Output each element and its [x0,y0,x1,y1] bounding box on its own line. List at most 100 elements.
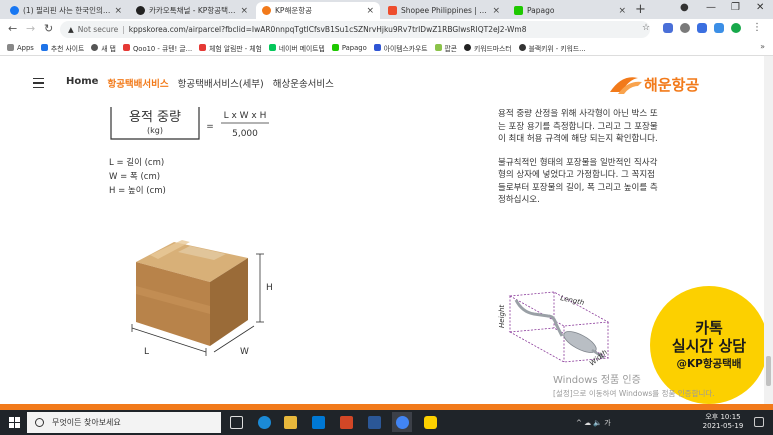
url-text[interactable]: kppskorea.com/airparcel?fbclid=IwAR0nnpq… [129,25,527,34]
bookmarks-more-button[interactable]: » [760,42,765,51]
bookmark-item[interactable]: 네이버 메이트텝 [268,43,325,53]
logo-text: 해운항공 [644,76,699,94]
windows-taskbar: 무엇이든 찾아보세요 ^ ☁ 🔈 가 오후 10:15 2021-05-19 [0,410,773,435]
close-icon[interactable]: × [492,6,500,16]
menu-air-parcel-cebu[interactable]: 항공택배서비스(세부) [178,76,264,90]
kp-logo-icon [262,6,271,15]
taskbar-search-input[interactable]: 무엇이든 찾아보세요 [27,412,221,433]
task-view-icon[interactable] [230,416,243,429]
formula-denominator: 5,000 [232,129,258,139]
close-icon[interactable]: × [366,6,374,16]
tab-facebook[interactable]: (1) 필리핀 사는 한국인의 모... × [4,2,128,19]
powerpoint-icon[interactable] [340,416,353,429]
taskbar-clock[interactable]: 오후 10:15 2021-05-19 [700,413,746,431]
extension-icon[interactable] [680,23,690,33]
word-icon[interactable] [368,416,381,429]
back-icon[interactable]: ← [8,22,17,35]
box-label-w: W [240,347,249,357]
close-icon[interactable]: × [618,6,626,16]
bookmark-item[interactable]: 키워드마스터 [464,43,512,53]
edge-icon[interactable] [258,416,271,429]
apps-grid-icon [7,44,14,51]
bookmarks-bar: Apps 추천 사이트 새 탭 Qoo10 - 큐텐! 글... 체험 알림판 … [0,40,773,56]
bookmark-apps[interactable]: Apps [7,44,34,52]
legend-height: H = 높이 (cm) [109,186,166,196]
extension-icon[interactable] [697,23,707,33]
bookmark-item[interactable]: 추천 사이트 [40,43,84,53]
paragraph-2: 불규칙적인 형태의 포장물을 일반적인 직사각형의 상자에 넣었다고 가정합니다… [498,157,658,206]
shopee-icon [388,6,397,15]
bookmark-item[interactable]: 체험 알림판 - 체험 [199,43,262,53]
tab-kakao-channel[interactable]: 카카오톡채널 - KP항공택배이... × [130,2,254,19]
tab-title: 카카오톡채널 - KP항공택배이... [149,6,236,15]
bookmark-icon [373,44,381,51]
bookmark-star-icon[interactable]: ☆ [642,23,650,33]
formula-equals: = [206,122,214,132]
watermark-subtitle: [설정]으로 이동하여 Windows를 정품 인증합니다. [553,389,715,398]
forward-icon[interactable]: → [26,22,35,35]
minimize-icon[interactable]: — [706,2,716,13]
address-field[interactable]: ▲ Not secure | kppskorea.com/airparcel?f… [60,21,650,38]
clock-time: 오후 10:15 [705,413,741,421]
bookmark-icon [331,44,339,51]
windows-start-icon[interactable] [9,417,20,428]
bookmark-item[interactable]: 블랙키위 - 키워드... [518,43,586,53]
kakao-line2: 실시간 상담 [671,337,747,355]
volumetric-formula: 용적 중량 (kg) = L x W x H 5,000 [107,105,277,145]
bookmark-item[interactable]: 새 탭 [91,43,116,53]
extension-icon[interactable] [714,23,724,33]
close-icon[interactable]: × [240,6,248,16]
store-icon[interactable] [312,416,325,429]
formula-label-bottom: (kg) [147,126,163,135]
extension-icon[interactable] [663,23,673,33]
hamburger-menu-icon[interactable] [33,78,44,88]
system-tray[interactable]: ^ ☁ 🔈 가 [576,418,611,428]
site-logo[interactable]: 해운항공 [608,72,730,96]
warning-icon[interactable]: ▲ [68,25,74,34]
box-icon: L W H [131,240,273,357]
bookmark-icon [518,44,526,51]
paragraph-1: 용적 중량 산정을 위해 사각형이 아닌 박스 또는 포장 용기를 측정합니다.… [498,109,658,144]
tab-title: KP해운항공 [275,6,313,15]
facebook-icon [10,6,19,15]
maximize-icon[interactable]: ❐ [731,2,740,13]
bookmark-icon [434,44,442,51]
notification-icon[interactable] [754,417,764,427]
reload-icon[interactable]: ↻ [44,22,53,35]
profile-avatar[interactable] [731,23,741,33]
bookmark-icon [40,44,48,51]
tab-shopee[interactable]: Shopee Philippines | Buy an... × [382,2,506,19]
bookmark-item[interactable]: Qoo10 - 큐텐! 글... [122,43,192,53]
bookmark-icon [91,44,99,51]
window-close-icon[interactable]: ✕ [756,2,764,13]
new-tab-button[interactable]: + [635,2,646,17]
file-explorer-icon[interactable] [284,416,297,429]
kakaotalk-icon[interactable] [424,416,437,429]
bookmark-icon [268,44,276,51]
irregular-parcel-illustration: Length Height Width [496,286,616,373]
search-icon [35,418,44,427]
legend-width: W = 폭 (cm) [109,172,161,182]
tab-strip: (1) 필리핀 사는 한국인의 모... × 카카오톡채널 - KP항공택배이.… [0,0,773,19]
kakao-line3: @KP항공택배 [676,358,742,370]
bookmark-item[interactable]: Papago [331,44,367,52]
legend-length: L = 길이 (cm) [109,158,165,168]
menu-home[interactable]: Home [66,76,98,90]
kakao-channel-icon [136,6,145,15]
exhaust-pipe-icon: Length Height Width [498,291,610,368]
site-menu: Home 항공택배서비스 항공택배서비스(세부) 해상운송서비스 [66,76,343,90]
account-icon[interactable]: ● [680,2,689,13]
menu-air-parcel[interactable]: 항공택배서비스 [107,76,168,90]
search-placeholder: 무엇이든 찾아보세요 [52,418,121,427]
bookmark-item[interactable]: 아이템스카우트 [373,43,428,53]
bookmark-item[interactable]: 팝콘 [434,43,457,53]
security-label[interactable]: Not secure [78,25,118,34]
tab-kp-shipping[interactable]: KP해운항공 × [256,2,380,19]
scrollbar-thumb[interactable] [766,356,771,386]
clock-date: 2021-05-19 [702,422,744,430]
menu-sea-freight[interactable]: 해상운송서비스 [273,76,334,90]
tab-papago[interactable]: Papago × [508,2,632,19]
menu-kebab-icon[interactable]: ⋮ [752,22,762,33]
close-icon[interactable]: × [114,6,122,16]
chrome-icon[interactable] [396,416,409,429]
